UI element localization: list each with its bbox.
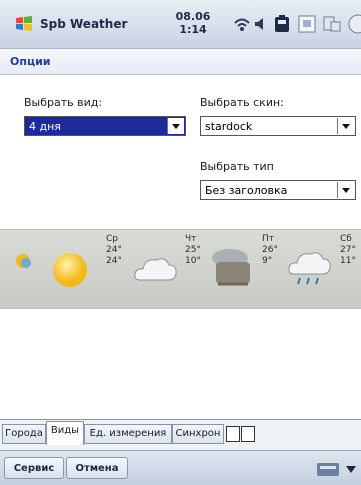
tab-sync[interactable]: Синхрон: [172, 424, 224, 444]
sunny-icon: [53, 253, 87, 287]
page-title: Опции: [10, 55, 51, 68]
battery-icon[interactable]: [272, 14, 292, 34]
view-select[interactable]: 4 дня: [24, 116, 186, 136]
close-icon[interactable]: [348, 14, 361, 34]
weather-preview: Ср 24° 24° Чт 25° 10° Пт 26° 9° Сб 27° 1…: [0, 229, 361, 309]
type-label: Выбрать тип: [200, 160, 274, 173]
tab-units[interactable]: Ед. измерения: [84, 424, 172, 444]
tab-bar: Города Виды Ед. измерения Синхрон: [0, 419, 361, 450]
skin-select[interactable]: stardock: [200, 116, 356, 136]
title-bar: Spb Weather 08.06 1:14: [0, 0, 361, 49]
notification-icon[interactable]: [322, 14, 342, 34]
windows-logo-icon[interactable]: [14, 14, 34, 34]
overcast-icon: [212, 249, 250, 286]
tab-views[interactable]: Виды: [46, 421, 84, 445]
type-select[interactable]: Без заголовка: [200, 180, 356, 200]
page-header: Опции: [0, 49, 361, 75]
tab-cities[interactable]: Города: [2, 424, 46, 444]
keyboard-icon[interactable]: [316, 459, 340, 479]
rain-icon: [288, 252, 331, 285]
forecast-day-3: Пт 26° 9°: [262, 234, 278, 266]
connectivity-icon[interactable]: [232, 14, 252, 34]
tools-button[interactable]: Сервис: [4, 457, 64, 479]
forecast-day-2: Чт 25° 10°: [185, 234, 201, 266]
clock-time: 1:14: [179, 23, 207, 36]
chevron-down-icon[interactable]: [337, 182, 354, 198]
softkey-bar: Сервис Отмена: [0, 450, 361, 485]
menu-arrow-icon[interactable]: [344, 461, 358, 477]
type-value: Без заголовка: [205, 184, 288, 197]
cancel-button[interactable]: Отмена: [66, 457, 128, 479]
skin-label: Выбрать скин:: [200, 96, 284, 109]
chevron-down-icon[interactable]: [337, 118, 354, 134]
view-value: 4 дня: [29, 120, 61, 133]
view-label: Выбрать вид:: [24, 96, 103, 109]
forecast-day-4: Сб 27° 11°: [340, 234, 356, 266]
cloudy-icon: [134, 258, 177, 281]
volume-icon[interactable]: [254, 14, 266, 34]
chevron-right-icon[interactable]: [241, 426, 255, 442]
current-weather-icon: [16, 254, 31, 268]
forecast-day-1: Ср 24° 24°: [106, 234, 122, 266]
skin-value: stardock: [205, 120, 253, 133]
clock[interactable]: 08.06 1:14: [168, 10, 218, 36]
keyboard-icon[interactable]: [298, 14, 316, 34]
chevron-left-icon[interactable]: [226, 426, 240, 442]
app-title: Spb Weather: [40, 17, 128, 31]
clock-date: 08.06: [175, 10, 211, 23]
chevron-down-icon[interactable]: [167, 118, 184, 134]
